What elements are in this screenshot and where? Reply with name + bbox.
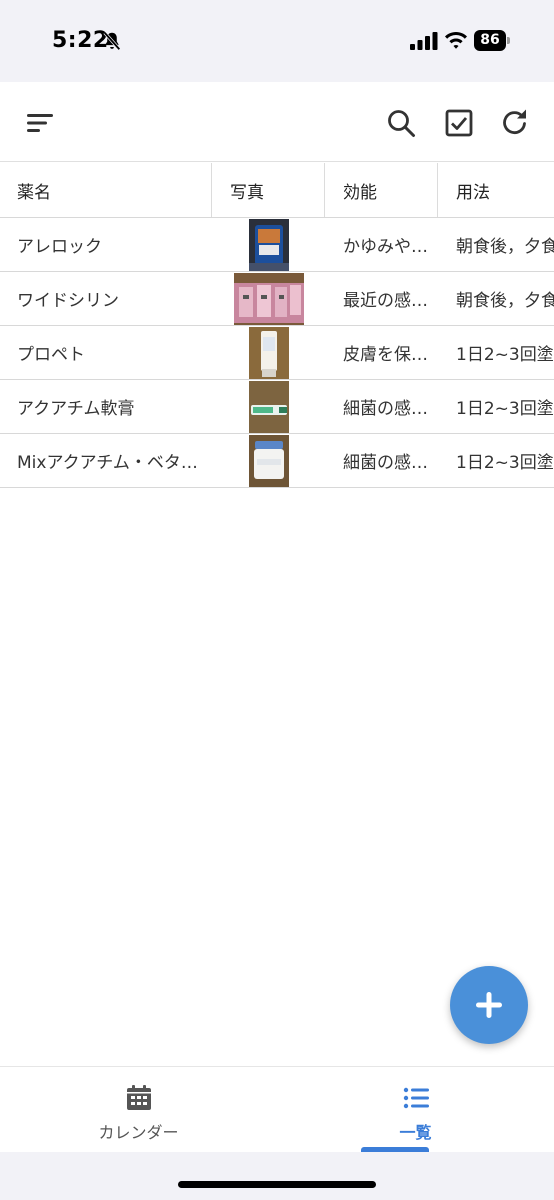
medicine-name: アレロック bbox=[0, 218, 212, 271]
medicine-name-text: プロペト bbox=[17, 345, 85, 365]
medicine-photo[interactable] bbox=[248, 434, 289, 487]
medicine-name-text: アクアチム軟膏 bbox=[17, 399, 135, 419]
medicine-effect: 最近の感… bbox=[343, 291, 428, 311]
calendar-icon bbox=[127, 1085, 151, 1110]
medicine-table: 薬名 写真 効能 用法 アレロック かゆみや… 朝食後，夕食 ワイドシリン 最近… bbox=[0, 163, 554, 488]
nav-item-list[interactable]: 一覧 bbox=[277, 1067, 554, 1153]
table-row[interactable]: アクアチム軟膏 細菌の感… 1日2~3回塗 bbox=[0, 380, 554, 434]
app-toolbar bbox=[0, 82, 554, 162]
medicine-effect: 細菌の感… bbox=[343, 399, 428, 419]
medicine-name: アクアチム軟膏 bbox=[0, 380, 212, 433]
medicine-photo-cell bbox=[212, 380, 325, 433]
sort-menu-icon[interactable] bbox=[25, 108, 55, 138]
cellular-signal-icon bbox=[410, 32, 438, 50]
medicine-name-text: ワイドシリン bbox=[17, 291, 119, 311]
header-photo[interactable]: 写真 bbox=[212, 163, 325, 217]
medicine-photo[interactable] bbox=[248, 326, 289, 379]
medicine-usage: 1日2~3回塗 bbox=[456, 399, 554, 419]
header-name[interactable]: 薬名 bbox=[0, 163, 212, 217]
nav-label-calendar: カレンダー bbox=[98, 1123, 179, 1142]
medicine-name-text: Mixアクアチム・ベタ… bbox=[17, 453, 198, 473]
medicine-usage: 1日2~3回塗 bbox=[456, 453, 554, 473]
medicine-effect: かゆみや… bbox=[343, 237, 428, 257]
bell-muted-icon bbox=[103, 31, 121, 51]
medicine-name: Mixアクアチム・ベタ… bbox=[0, 434, 212, 487]
home-indicator-area bbox=[0, 1152, 554, 1200]
header-effect[interactable]: 効能 bbox=[325, 163, 438, 217]
medicine-effect: 皮膚を保… bbox=[343, 345, 428, 365]
medicine-usage: 朝食後，夕食 bbox=[456, 291, 554, 311]
home-indicator[interactable] bbox=[178, 1181, 376, 1188]
nav-label-list: 一覧 bbox=[399, 1123, 432, 1142]
wifi-icon bbox=[445, 32, 467, 49]
refresh-icon[interactable] bbox=[500, 107, 530, 137]
table-row[interactable]: プロペト 皮膚を保… 1日2~3回塗 bbox=[0, 326, 554, 380]
medicine-usage: 1日2~3回塗 bbox=[456, 345, 554, 365]
medicine-effect: 細菌の感… bbox=[343, 453, 428, 473]
medicine-photo-cell bbox=[212, 326, 325, 379]
list-icon bbox=[403, 1087, 429, 1109]
checkbox-icon[interactable] bbox=[444, 108, 474, 138]
table-header-row: 薬名 写真 効能 用法 bbox=[0, 163, 554, 218]
table-row[interactable]: ワイドシリン 最近の感… 朝食後，夕食 bbox=[0, 272, 554, 326]
medicine-photo[interactable] bbox=[248, 218, 289, 271]
add-medicine-button[interactable] bbox=[450, 966, 528, 1044]
battery-level: 86 bbox=[474, 30, 506, 51]
medicine-name-text: アレロック bbox=[17, 237, 102, 257]
medicine-name: ワイドシリン bbox=[0, 272, 212, 325]
search-icon[interactable] bbox=[386, 108, 416, 138]
medicine-photo[interactable] bbox=[248, 380, 289, 433]
medicine-photo-cell bbox=[212, 272, 325, 325]
header-usage[interactable]: 用法 bbox=[438, 163, 554, 217]
nav-item-calendar[interactable]: カレンダー bbox=[0, 1067, 277, 1153]
bottom-navigation: カレンダー 一覧 bbox=[0, 1066, 554, 1153]
medicine-usage: 朝食後，夕食 bbox=[456, 237, 554, 257]
plus-icon bbox=[476, 992, 502, 1018]
table-row[interactable]: Mixアクアチム・ベタ… 細菌の感… 1日2~3回塗 bbox=[0, 434, 554, 488]
medicine-name: プロペト bbox=[0, 326, 212, 379]
status-bar: 5:22 86 bbox=[0, 0, 554, 82]
medicine-photo-cell bbox=[212, 218, 325, 271]
battery-indicator: 86 bbox=[474, 30, 512, 51]
battery-tip bbox=[507, 37, 510, 44]
medicine-photo-cell bbox=[212, 434, 325, 487]
medicine-photo[interactable] bbox=[233, 272, 304, 325]
table-row[interactable]: アレロック かゆみや… 朝食後，夕食 bbox=[0, 218, 554, 272]
